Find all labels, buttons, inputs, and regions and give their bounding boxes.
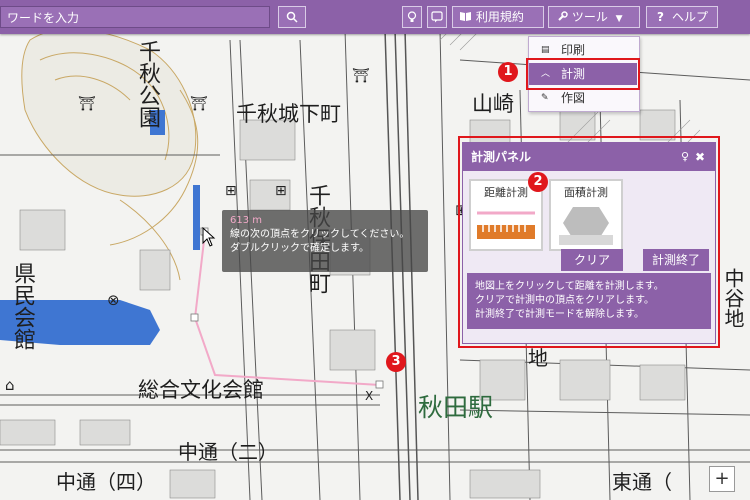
menu-item-draw-label: 作図 [561, 91, 586, 105]
svg-text:⌂: ⌂ [5, 376, 15, 394]
ruler-icon [477, 211, 535, 239]
help-icon: ? [657, 10, 664, 24]
tooltip-line-2: ダブルクリックで確定します。 [230, 243, 369, 254]
map-label-akita-station: 秋田駅 [418, 393, 494, 422]
area-measure-tool[interactable]: 面積計測 [549, 179, 623, 251]
terms-label: 利用規約 [475, 10, 524, 24]
zoom-in-button[interactable]: + [709, 466, 735, 492]
highlight-box-measure [526, 58, 640, 90]
terms-button[interactable]: 利用規約 [452, 6, 544, 28]
map-label-nakadori-2: 中通（二） [178, 440, 278, 464]
map-label-nakaya: 中谷地 [721, 268, 745, 328]
svg-text:X: X [365, 389, 373, 403]
step-badge-1: 1 [498, 62, 518, 82]
svg-text:⛩: ⛩ [352, 68, 370, 84]
search-input[interactable]: ワードを入力 [0, 6, 270, 28]
map-label-nakadori-4: 中通（四） [56, 470, 156, 494]
svg-text:⛩: ⛩ [190, 96, 208, 112]
help-line-3: 計測終了で計測モードを解除します。 [475, 309, 644, 320]
search-button[interactable] [278, 6, 306, 28]
distance-value: 613 m [230, 215, 263, 226]
step-badge-2: 2 [528, 172, 548, 192]
svg-text:⊞: ⊞ [225, 183, 237, 199]
tools-label: ツール [571, 10, 608, 24]
clear-button[interactable]: クリア [561, 249, 623, 271]
comment-button[interactable] [427, 6, 447, 28]
end-measure-button[interactable]: 計測終了 [643, 249, 709, 271]
lightbulb-icon [407, 11, 417, 22]
panel-lightbulb-icon[interactable]: ♀ [681, 143, 689, 171]
wrench-icon [558, 11, 568, 21]
measure-panel-header: 計測パネル ♀ ✖ [463, 143, 715, 171]
area-icon [559, 207, 613, 245]
help-line-2: クリアで計測中の頂点をクリアします。 [475, 295, 654, 306]
map-label-higashidori: 東通（ [612, 470, 672, 494]
help-label: ヘルプ [671, 10, 708, 24]
tips-button[interactable] [402, 6, 422, 28]
caret-down-icon: ▼ [615, 14, 623, 24]
step-badge-3: 3 [386, 352, 406, 372]
help-line-1: 地図上をクリックして距離を計測します。 [475, 281, 664, 292]
map-label-senshu-jokamachi: 千秋城下町 [236, 102, 341, 126]
comment-icon [431, 11, 443, 23]
measure-tooltip: 613 m 線の次の頂点をクリックしてください。 ダブルクリックで確定します。 [222, 210, 428, 272]
svg-text:⛩: ⛩ [78, 96, 96, 112]
svg-text:⊞: ⊞ [275, 183, 287, 199]
map-label-prefectural-hall: 県民会館 [10, 262, 35, 350]
menu-item-draw[interactable]: ✎ 作図 [529, 87, 637, 109]
svg-text:⊗: ⊗ [107, 291, 120, 309]
measure-panel-title: 計測パネル [471, 150, 532, 164]
search-icon [286, 11, 298, 23]
panel-close-icon[interactable]: ✖ [695, 143, 705, 171]
mouse-cursor-icon [202, 226, 216, 247]
map-label-yamazaki: 山崎 [472, 92, 514, 116]
menu-item-print-label: 印刷 [561, 43, 586, 57]
map-label-culture-hall: 総合文化会館 [138, 378, 264, 402]
measure-panel: 計測パネル ♀ ✖ 距離計測 面積計測 クリア 計測終了 地図上をクリックして距… [462, 142, 716, 344]
help-button[interactable]: ? ヘルプ [646, 6, 718, 28]
tooltip-line-1: 線の次の頂点をクリックしてください。 [230, 229, 410, 240]
pencil-icon: ✎ [541, 93, 549, 103]
book-icon [460, 12, 471, 21]
area-measure-label: 面積計測 [564, 186, 608, 199]
measure-panel-help: 地図上をクリックして距離を計測します。 クリアで計測中の頂点をクリアします。 計… [467, 273, 711, 329]
map-label-senshu-park: 千秋公園 [135, 40, 160, 128]
toolbar: ワードを入力 利用規約 ツール ▼ ? ヘルプ [0, 0, 750, 34]
tools-button[interactable]: ツール ▼ [548, 6, 640, 28]
